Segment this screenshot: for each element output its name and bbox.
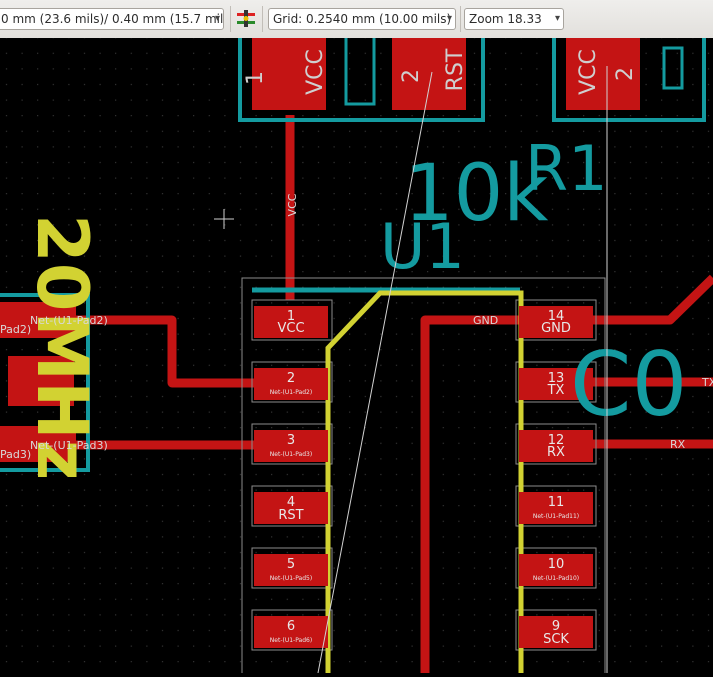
via-size-glyph xyxy=(237,10,255,27)
pad-r-left-2-net: RST xyxy=(443,48,468,91)
toolbar-separator xyxy=(262,6,263,32)
chevron-down-icon: ▾ xyxy=(554,13,560,24)
grid-value: Grid: 0.2540 mm (10.00 mils) xyxy=(273,12,452,26)
chevron-down-icon: ▾ xyxy=(446,13,452,24)
pcb-board-view: 10k R1 C0 U1 20MHz 1 VCC 2 RST VCC 2 1 V… xyxy=(0,32,713,677)
zoom-value: Zoom 18.33 xyxy=(469,12,542,26)
pad-r-right-1-net: VCC xyxy=(576,49,601,95)
track-vcc-label: VCC xyxy=(286,193,299,216)
via-size-icon[interactable] xyxy=(234,7,258,31)
grid-select[interactable]: Grid: 0.2540 mm (10.00 mils) ▾ xyxy=(268,8,456,30)
ref-u1: U1 xyxy=(380,210,465,283)
xtal-pad1-net: Pad2) xyxy=(0,323,31,336)
pad-u1-10-net: Net-(U1-Pad10) xyxy=(533,575,579,582)
pad-u1-5-net: Net-(U1-Pad5) xyxy=(270,575,312,582)
pad-u1-2-number: 2 xyxy=(287,371,295,386)
pad-u1-6-net: Net-(U1-Pad6) xyxy=(270,637,312,644)
track-pad2-label: Net-(U1-Pad2) xyxy=(30,314,108,327)
pad-u1-2-net: Net-(U1-Pad2) xyxy=(270,389,312,396)
track-rx-label: RX xyxy=(670,438,686,451)
track-gnd-label: GND xyxy=(473,314,498,327)
pad-u1-5-number: 5 xyxy=(287,557,295,572)
pad-u1-4-net: RST xyxy=(278,508,303,523)
pad-u1-3-number: 3 xyxy=(287,433,295,448)
pad-u1-9-net: SCK xyxy=(543,632,569,647)
toolbar-separator xyxy=(460,6,461,32)
pad-u1-11-number: 11 xyxy=(548,495,565,510)
pad-u1-14-net: GND xyxy=(541,321,571,336)
pad-u1-12-net: RX xyxy=(547,445,565,460)
zoom-select[interactable]: Zoom 18.33 ▾ xyxy=(464,8,564,30)
toolbar: 0 mm (23.6 mils)/ 0.40 mm (15.7 mils) * … xyxy=(0,0,713,39)
track-width-select[interactable]: 0 mm (23.6 mils)/ 0.40 mm (15.7 mils) * … xyxy=(0,8,224,30)
track-tx-label: TX xyxy=(701,376,713,389)
ref-c0: C0 xyxy=(570,333,687,436)
toolbar-separator xyxy=(230,6,231,32)
pad-u1-3-net: Net-(U1-Pad3) xyxy=(270,451,312,458)
track-width-value: 0 mm (23.6 mils)/ 0.40 mm (15.7 mils) * xyxy=(1,12,224,26)
pad-r-left-2-number: 2 xyxy=(399,69,424,83)
pad-u1-6-number: 6 xyxy=(287,619,295,634)
pad-u1-13-net: TX xyxy=(547,383,565,398)
xtal-pad2-net: Pad3) xyxy=(0,448,31,461)
pad-r-left-1-number: 1 xyxy=(243,71,268,85)
track-pad3-label: Net-(U1-Pad3) xyxy=(30,439,108,452)
ref-r1: R1 xyxy=(525,132,608,205)
pad-u1-10-number: 10 xyxy=(548,557,565,572)
pad-r-left-1-net: VCC xyxy=(303,49,328,95)
pad-u1-11-net: Net-(U1-Pad11) xyxy=(533,513,579,520)
pcb-canvas[interactable]: 10k R1 C0 U1 20MHz 1 VCC 2 RST VCC 2 1 V… xyxy=(0,32,713,677)
chevron-down-icon: ▾ xyxy=(214,13,220,24)
pad-r-right-2-number: 2 xyxy=(613,67,638,81)
pad-u1-1-net: VCC xyxy=(277,321,304,336)
